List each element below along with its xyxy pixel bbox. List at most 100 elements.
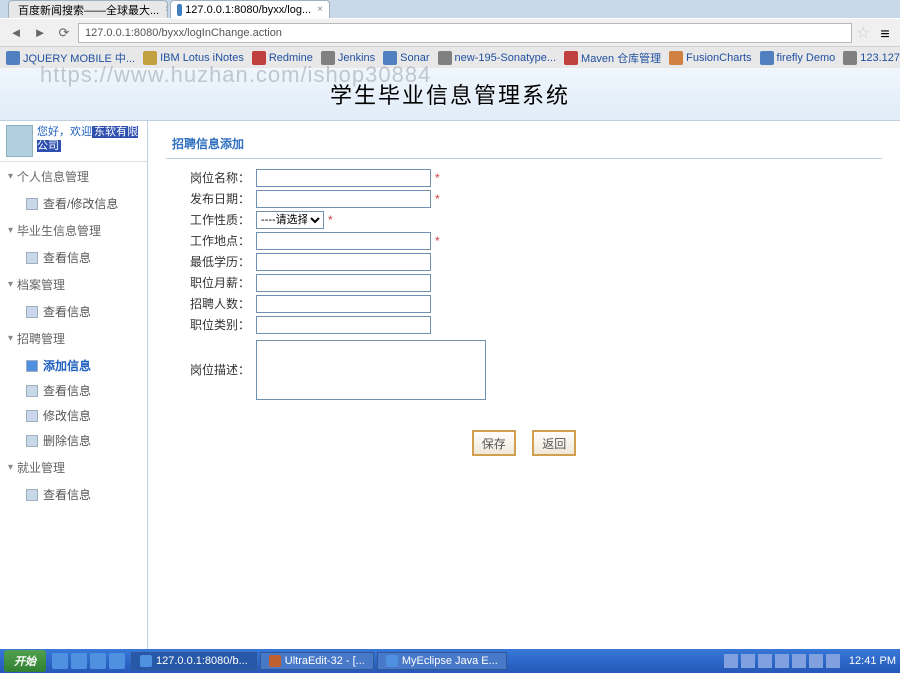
- tray-icon[interactable]: [792, 654, 806, 668]
- menu-button[interactable]: ≡: [876, 26, 894, 40]
- button-row: 保存 返回: [166, 430, 882, 456]
- save-button[interactable]: 保存: [472, 430, 516, 456]
- textarea-desc[interactable]: [256, 340, 486, 400]
- tray-icon[interactable]: [758, 654, 772, 668]
- app-icon: [386, 655, 398, 667]
- bookmark-icon: [383, 51, 397, 65]
- start-button[interactable]: 开始: [4, 650, 46, 672]
- required-mark: *: [435, 169, 440, 187]
- main-content: 招聘信息添加 岗位名称： * 发布日期： * 工作性质： ----请选择----…: [148, 121, 900, 653]
- bookmark-icon: [143, 51, 157, 65]
- label-type: 职位类别：: [166, 316, 256, 334]
- tab-title: 127.0.0.1:8080/byxx/log...: [185, 4, 311, 16]
- browser-tab[interactable]: 百度新闻搜索——全球最大... ×: [8, 0, 168, 18]
- app-icon: [140, 655, 152, 667]
- bookmark-item[interactable]: firefly Demo: [760, 51, 836, 65]
- input-count[interactable]: [256, 295, 431, 313]
- bookmark-icon: [843, 51, 857, 65]
- label-education: 最低学历：: [166, 253, 256, 271]
- url-input[interactable]: 127.0.0.1:8080/byxx/logInChange.action: [78, 23, 852, 43]
- ql-icon[interactable]: [52, 653, 68, 669]
- tray-icon[interactable]: [826, 654, 840, 668]
- bookmark-icon: [6, 51, 20, 65]
- reload-button[interactable]: ⟳: [54, 23, 74, 43]
- avatar: [6, 125, 33, 157]
- task-button[interactable]: 127.0.0.1:8080/b...: [131, 652, 257, 670]
- browser-chrome: 百度新闻搜索——全球最大... × 127.0.0.1:8080/byxx/lo…: [0, 0, 900, 69]
- favicon-icon: [177, 4, 182, 16]
- app-icon: [269, 655, 281, 667]
- back-button[interactable]: 返回: [532, 430, 576, 456]
- nav-bar: ◄ ► ⟳ 127.0.0.1:8080/byxx/logInChange.ac…: [0, 18, 900, 46]
- ql-icon[interactable]: [71, 653, 87, 669]
- forward-button[interactable]: ►: [30, 23, 50, 43]
- bookmark-item[interactable]: Sonar: [383, 51, 429, 65]
- label-date: 发布日期：: [166, 190, 256, 208]
- input-salary[interactable]: [256, 274, 431, 292]
- nav-item-view-edit[interactable]: 查看/修改信息: [0, 191, 147, 216]
- bookmark-icon: [252, 51, 266, 65]
- clock[interactable]: 12:41 PM: [849, 655, 896, 667]
- tray-icon[interactable]: [724, 654, 738, 668]
- bookmark-item[interactable]: IBM Lotus iNotes: [143, 51, 244, 65]
- quick-launch: [52, 653, 125, 669]
- bookmark-item[interactable]: 123.127.237.189...: [843, 51, 900, 65]
- bookmark-icon: [321, 51, 335, 65]
- label-salary: 职位月薪：: [166, 274, 256, 292]
- nav-item-view[interactable]: 查看信息: [0, 482, 147, 507]
- ql-icon[interactable]: [109, 653, 125, 669]
- url-text: 127.0.0.1:8080/byxx/logInChange.action: [85, 27, 282, 39]
- required-mark: *: [435, 232, 440, 250]
- tray-icon[interactable]: [741, 654, 755, 668]
- select-nature[interactable]: ----请选择----: [256, 211, 324, 229]
- input-education[interactable]: [256, 253, 431, 271]
- nav-header-archive[interactable]: 档案管理: [0, 270, 147, 299]
- label-desc: 岗位描述：: [166, 340, 256, 400]
- nav-item-delete[interactable]: 删除信息: [0, 428, 147, 453]
- app-container: 学生毕业信息管理系统 您好，欢迎东软有限公司 个人信息管理 查看/修改信息 毕业…: [0, 68, 900, 649]
- app-body: 您好，欢迎东软有限公司 个人信息管理 查看/修改信息 毕业生信息管理 查看信息 …: [0, 120, 900, 653]
- form-title: 招聘信息添加: [166, 131, 882, 159]
- bookmark-item[interactable]: Jenkins: [321, 51, 375, 65]
- bookmark-icon[interactable]: ☆: [856, 23, 872, 43]
- close-icon[interactable]: ×: [165, 4, 168, 15]
- input-location[interactable]: [256, 232, 431, 250]
- tab-title: 百度新闻搜索——全球最大...: [18, 2, 159, 18]
- browser-tab[interactable]: 127.0.0.1:8080/byxx/log... ×: [170, 0, 330, 18]
- user-block: 您好，欢迎东软有限公司: [0, 121, 147, 162]
- bookmark-item[interactable]: new-195-Sonatype...: [438, 51, 557, 65]
- nav-item-view[interactable]: 查看信息: [0, 245, 147, 270]
- close-icon[interactable]: ×: [317, 4, 323, 15]
- input-date[interactable]: [256, 190, 431, 208]
- nav-header-recruit[interactable]: 招聘管理: [0, 324, 147, 353]
- input-type[interactable]: [256, 316, 431, 334]
- tray-icon[interactable]: [809, 654, 823, 668]
- input-position[interactable]: [256, 169, 431, 187]
- bookmark-item[interactable]: Maven 仓库管理: [564, 50, 661, 66]
- nav-item-view[interactable]: 查看信息: [0, 378, 147, 403]
- bookmark-item[interactable]: Redmine: [252, 51, 313, 65]
- user-greeting: 您好，欢迎东软有限公司: [37, 125, 141, 157]
- bookmark-icon: [564, 51, 578, 65]
- bookmark-item[interactable]: JQUERY MOBILE 中...: [6, 50, 135, 66]
- tab-bar: 百度新闻搜索——全球最大... × 127.0.0.1:8080/byxx/lo…: [0, 0, 900, 18]
- system-tray: 12:41 PM: [724, 654, 896, 668]
- label-count: 招聘人数：: [166, 295, 256, 313]
- required-mark: *: [328, 211, 333, 229]
- nav-header-graduate[interactable]: 毕业生信息管理: [0, 216, 147, 245]
- label-nature: 工作性质：: [166, 211, 256, 229]
- nav-item-add[interactable]: 添加信息: [0, 353, 147, 378]
- tray-icon[interactable]: [775, 654, 789, 668]
- bookmark-item[interactable]: FusionCharts: [669, 51, 751, 65]
- nav-header-personal[interactable]: 个人信息管理: [0, 162, 147, 191]
- nav-header-employ[interactable]: 就业管理: [0, 453, 147, 482]
- task-button[interactable]: MyEclipse Java E...: [377, 652, 507, 670]
- bookmark-icon: [669, 51, 683, 65]
- bookmark-icon: [438, 51, 452, 65]
- back-button[interactable]: ◄: [6, 23, 26, 43]
- required-mark: *: [435, 190, 440, 208]
- nav-item-edit[interactable]: 修改信息: [0, 403, 147, 428]
- ql-icon[interactable]: [90, 653, 106, 669]
- task-button[interactable]: UltraEdit-32 - [...: [260, 652, 374, 670]
- nav-item-view[interactable]: 查看信息: [0, 299, 147, 324]
